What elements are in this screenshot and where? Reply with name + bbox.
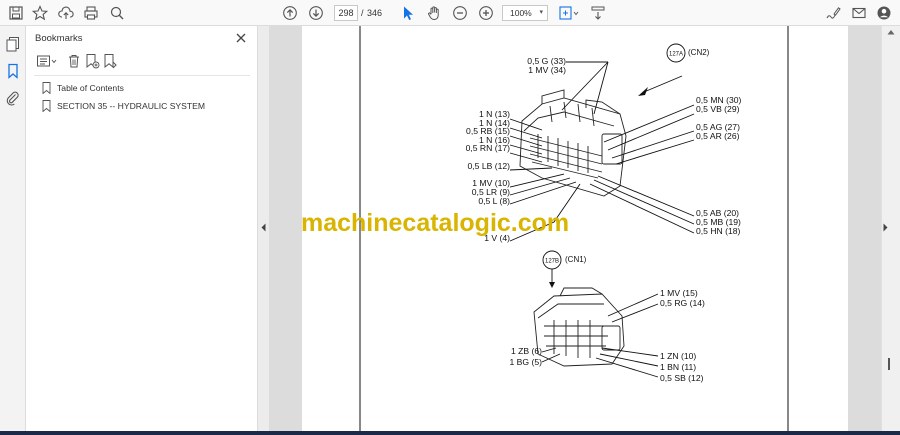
top-toolbar: 298 / 346 100% ▾: [0, 0, 900, 26]
save-icon[interactable]: [6, 3, 26, 23]
email-icon[interactable]: [849, 3, 869, 23]
sign-icon[interactable]: [823, 3, 843, 23]
bookmarks-panel-icon[interactable]: [5, 63, 21, 79]
watermark-text: machinecatalogic.com: [301, 209, 569, 237]
bookmark-icon: [42, 82, 51, 94]
bookmark-star-icon[interactable]: [30, 3, 50, 23]
bookmark-item-table-of-contents[interactable]: Table of Contents: [42, 81, 124, 95]
bookmarks-panel-title: Bookmarks: [35, 33, 83, 44]
zoom-level-select[interactable]: 100% ▾: [502, 5, 548, 21]
account-icon[interactable]: [874, 3, 894, 23]
page-thumbnails-icon[interactable]: [5, 36, 21, 52]
fit-page-icon[interactable]: [556, 3, 582, 23]
nav-rail: [0, 26, 26, 435]
document-viewport[interactable]: 127A (CN2) 0,5 G (33) 1 MV (34) 1 N (13)…: [269, 26, 881, 431]
bookmark-label: SECTION 35 -- HYDRAULIC SYSTEM: [57, 101, 206, 111]
zoom-search-icon[interactable]: [107, 3, 127, 23]
attachment-icon[interactable]: [5, 90, 21, 106]
page-separator: /: [361, 8, 364, 18]
page-total: 346: [367, 8, 383, 18]
page-number-input[interactable]: 298: [334, 5, 358, 21]
new-bookmark-icon[interactable]: [84, 53, 100, 69]
scrollbar-thumb[interactable]: [888, 358, 890, 370]
chevron-down-icon: ▾: [539, 9, 543, 16]
next-page-icon[interactable]: [306, 3, 326, 23]
bookmark-options-icon[interactable]: [36, 53, 58, 69]
collapse-panel-icon[interactable]: [260, 223, 267, 232]
bookmark-icon: [42, 100, 51, 112]
zoom-level-value: 100%: [510, 8, 532, 18]
panel-collapse-strip[interactable]: [258, 26, 269, 435]
zoom-out-icon[interactable]: [450, 3, 470, 23]
watermark-layer: machinecatalogic.com: [301, 209, 569, 237]
taskbar-strip: [0, 431, 900, 435]
scroll-mode-icon[interactable]: [588, 3, 608, 23]
scroll-up-icon[interactable]: [887, 29, 895, 35]
expand-bookmark-icon[interactable]: [102, 53, 118, 69]
print-icon[interactable]: [81, 3, 101, 23]
close-icon[interactable]: [235, 31, 247, 43]
zoom-in-icon[interactable]: [476, 3, 496, 23]
select-cursor-icon[interactable]: [398, 3, 418, 23]
prev-page-icon[interactable]: [280, 3, 300, 23]
bookmarks-divider: [34, 75, 250, 76]
bookmark-label: Table of Contents: [57, 83, 124, 93]
delete-bookmark-icon[interactable]: [66, 53, 82, 69]
hand-icon[interactable]: [424, 3, 444, 23]
bookmarks-panel: Bookmarks Table of Contents SECTION 35 -…: [26, 26, 258, 435]
page-right-arrow-icon[interactable]: [882, 223, 889, 232]
bookmark-item-section-35[interactable]: SECTION 35 -- HYDRAULIC SYSTEM: [42, 99, 205, 113]
upload-icon[interactable]: [56, 3, 76, 23]
